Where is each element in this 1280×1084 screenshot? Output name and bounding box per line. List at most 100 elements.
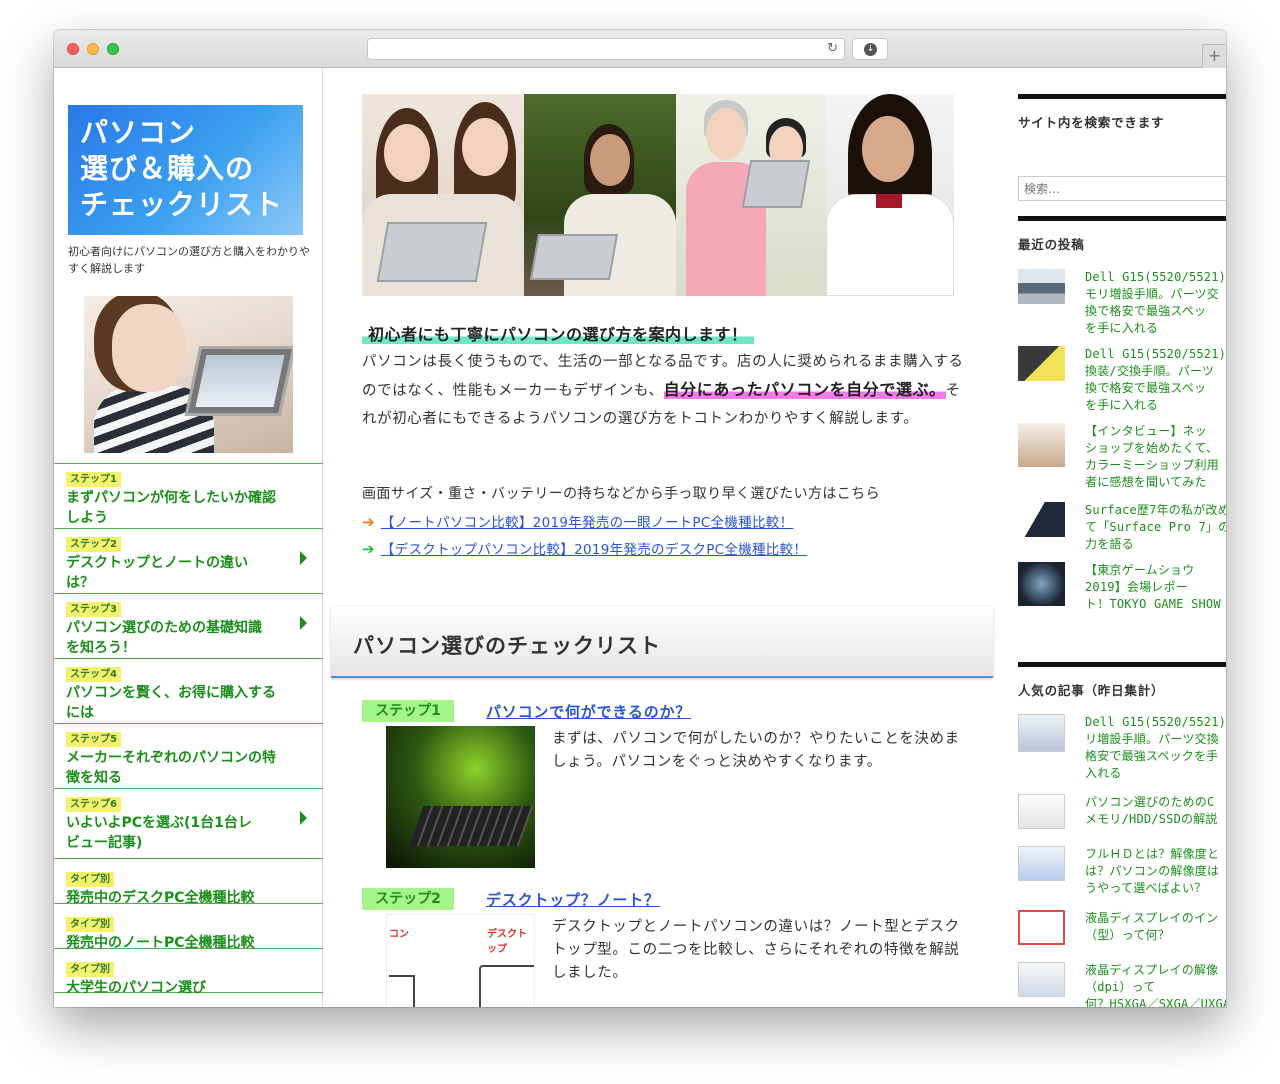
- plus-icon[interactable]: +: [1202, 44, 1226, 68]
- nav-type-tag: タイプ別: [66, 917, 114, 932]
- search-input[interactable]: [1018, 176, 1226, 201]
- step-link[interactable]: デスクトップ？ノート？: [486, 889, 660, 910]
- main-content: 初心者にも丁寧にパソコンの選び方を案内します！ パソコンは長く使うもので、生活の…: [324, 68, 1006, 1007]
- nav-type-tag: タイプ別: [66, 872, 114, 887]
- nav-item-label: メーカーそれぞれのパソコンの特 徴を知る: [66, 750, 276, 786]
- nav-item-step6[interactable]: ステップ6 いよいよPCを選ぶ(1台1台レ ビュー記事): [54, 788, 323, 858]
- post-title[interactable]: Dell G15(5520/5521)の 換装/交換手順。パーツ 換で格安で最強スペ…: [1085, 346, 1226, 414]
- nav-item-step1[interactable]: ステップ1 まずパソコンが何をしたいか確認 しよう: [54, 463, 323, 528]
- hero-image: [362, 94, 954, 296]
- minimize-window-button[interactable]: [87, 43, 99, 55]
- green-arrow-icon: ➔: [362, 540, 375, 558]
- nav-item-label: パソコンを賢く、お得に購入する には: [66, 685, 276, 721]
- close-window-button[interactable]: [67, 43, 79, 55]
- post-thumbnail[interactable]: [1018, 346, 1065, 381]
- step-tag: ステップ2: [362, 888, 454, 910]
- nav-item-step5[interactable]: ステップ5 メーカーそれぞれのパソコンの特 徴を知る: [54, 723, 323, 788]
- web-page: パソコン 選び＆購入の チェックリスト 初心者向けにパソコンの選び方と購入をわか…: [54, 68, 1226, 1007]
- notebook-comparison-link[interactable]: ➔ 【ノートパソコン比較】2019年発売の一眼ノートPC全機種比較！: [362, 511, 793, 531]
- recent-post-item[interactable]: Dell G15(5520/5521)の 換装/交換手順。パーツ 換で格安で最強スペ…: [1018, 346, 1226, 416]
- step-description: デスクトップとノートパソコンの違いは？ノート型とデスクトップ型。この二つを比較し…: [552, 919, 960, 981]
- post-thumbnail[interactable]: [1018, 794, 1065, 829]
- thumbnail-label: デスクトップ: [487, 929, 527, 955]
- hero-panel-women: [362, 94, 524, 296]
- nav-item-label: まずパソコンが何をしたいか確認 しよう: [66, 490, 276, 526]
- nav-item-step4[interactable]: ステップ4 パソコンを賢く、お得に購入する には: [54, 658, 323, 723]
- logo-line: チェックリスト: [80, 188, 284, 221]
- browser-window: ↻ ↓ + パソコン 選び＆購入の チェックリスト 初心者向けにパソコンの選び方…: [54, 30, 1226, 1007]
- nav-step-tag: ステップ6: [66, 797, 121, 812]
- checklist-step-1: ステップ1 パソコンで何ができるのか？ まずは、パソコンで何がしたいのか？やりた…: [362, 700, 982, 880]
- intro-heading-wrap: 初心者にも丁寧にパソコンの選び方を案内します！: [362, 321, 962, 345]
- post-thumbnail[interactable]: [1018, 562, 1065, 606]
- popular-posts-title: 人気の記事（昨日集計）: [1018, 662, 1226, 699]
- intro-highlight: 自分にあったパソコンを自分で選ぶ。: [663, 380, 946, 399]
- step-navigation: ステップ1 まずパソコンが何をしたいか確認 しよう ステップ2 デスクトップとノー…: [54, 463, 323, 996]
- step-tag: ステップ1: [362, 700, 454, 722]
- quick-intro-text: 画面サイズ・重さ・バッテリーの持ちなどから手っ取り早く選びたい方はこちら: [362, 486, 880, 502]
- orange-arrow-icon: ➔: [362, 513, 375, 531]
- left-sidebar: パソコン 選び＆購入の チェックリスト 初心者向けにパソコンの選び方と購入をわか…: [54, 68, 323, 1007]
- post-title[interactable]: フルＨＤとは？解像度と は？パソコンの解像度は うやって選べばよい？: [1085, 846, 1226, 897]
- nav-item-label: パソコン選びのための基礎知識 を知ろう！: [66, 620, 262, 656]
- expand-arrow-icon[interactable]: [300, 616, 307, 630]
- nav-step-tag: ステップ2: [66, 537, 121, 552]
- nav-item-step3[interactable]: ステップ3 パソコン選びのための基礎知識 を知ろう！: [54, 593, 323, 658]
- post-thumbnail[interactable]: [1018, 962, 1065, 997]
- browser-titlebar: ↻ ↓ +: [54, 30, 1226, 68]
- intro-text: パソコンは長く使うもので、生活の一部となる品です。店の人に奨められるまま購入する…: [362, 354, 964, 427]
- nav-item-label: 大学生のパソコン選び: [66, 980, 206, 996]
- nav-item-label: いよいよPCを選ぶ(1台1台レ ビュー記事): [66, 815, 252, 851]
- post-title[interactable]: Surface歴7年の私が改め て「Surface Pro 7」の 力を語る: [1085, 502, 1226, 553]
- nav-item-type-notebook[interactable]: タイプ別 発売中のノートPC全機種比較: [54, 903, 323, 951]
- laptop-icons-thumbnail[interactable]: [386, 726, 535, 868]
- nav-step-tag: ステップ5: [66, 732, 121, 747]
- post-thumbnail[interactable]: [1018, 269, 1065, 304]
- recent-posts-title: 最近の投稿: [1018, 216, 1226, 253]
- popular-post-item[interactable]: Dell G15(5520/5521)の リ増設手順。パーツ交換 格安で最強スペック…: [1018, 714, 1226, 784]
- step-description: まずは、パソコンで何がしたいのか？やりたいことを決めましょう。パソコンをぐっと決…: [552, 731, 960, 770]
- recent-post-item[interactable]: 【インタビュー】ネッ ショップを始めたくて、 カラーミーショップ利用 者に感想を聞いて…: [1018, 423, 1226, 493]
- post-thumbnail[interactable]: [1018, 502, 1065, 537]
- post-title[interactable]: 【インタビュー】ネッ ショップを始めたくて、 カラーミーショップ利用 者に感想を聞いて…: [1085, 423, 1226, 491]
- nav-item-step2[interactable]: ステップ2 デスクトップとノートの違い は？: [54, 528, 323, 593]
- site-tagline: 初心者向けにパソコンの選び方と購入をわかりやすく解説します: [68, 245, 310, 275]
- download-icon: ↓: [864, 43, 877, 56]
- zoom-window-button[interactable]: [107, 43, 119, 55]
- expand-arrow-icon[interactable]: [300, 551, 307, 565]
- desktop-comparison-link[interactable]: ➔ 【デスクトップパソコン比較】2019年発売のデスクPC全機種比較！: [362, 538, 807, 558]
- post-title[interactable]: 【東京ゲームショウ2019】会場レポート！TOKYO GAME SHOW 20: [1085, 562, 1226, 613]
- logo-line: 選び＆購入の: [80, 152, 255, 185]
- woman-with-laptop-photo: [84, 296, 293, 453]
- desktop-vs-notebook-thumbnail[interactable]: コン デスクトップ: [386, 914, 535, 1007]
- post-title[interactable]: パソコン選びのためのC メモリ/HDD/SSDの解説: [1085, 794, 1226, 828]
- recent-post-item[interactable]: 【東京ゲームショウ2019】会場レポート！TOKYO GAME SHOW 20: [1018, 562, 1226, 632]
- site-logo[interactable]: パソコン 選び＆購入の チェックリスト: [68, 105, 303, 235]
- downloads-button[interactable]: ↓: [852, 38, 888, 60]
- post-title[interactable]: 液晶ディスプレイの解像 （dpi）って 何？HSXGA／SXGA／UXGA: [1085, 962, 1226, 1007]
- post-thumbnail[interactable]: [1018, 423, 1065, 467]
- post-title[interactable]: 液晶ディスプレイのイン （型）って何？: [1085, 910, 1226, 944]
- right-sidebar: サイト内を検索できます 最近の投稿 Dell G15(5520/5521)のモリ…: [1018, 68, 1226, 1007]
- logo-line: パソコン: [80, 116, 197, 149]
- post-thumbnail[interactable]: [1018, 846, 1065, 881]
- address-bar[interactable]: ↻: [367, 38, 845, 60]
- post-thumbnail[interactable]: [1018, 910, 1065, 945]
- nav-item-label: デスクトップとノートの違い は？: [66, 555, 248, 591]
- search-widget-title: サイト内を検索できます: [1018, 94, 1226, 131]
- nav-item-type-student[interactable]: タイプ別 大学生のパソコン選び: [54, 948, 323, 996]
- recent-post-item[interactable]: Dell G15(5520/5521)の モリ増設手順。パーツ交 換で格安で最強スペ…: [1018, 269, 1226, 339]
- nav-item-type-desktop[interactable]: タイプ別 発売中のデスクPC全機種比較: [54, 858, 323, 906]
- popular-post-item[interactable]: 液晶ディスプレイの解像 （dpi）って 何？HSXGA／SXGA／UXGA: [1018, 962, 1226, 1007]
- reload-icon[interactable]: ↻: [827, 41, 838, 56]
- post-title[interactable]: Dell G15(5520/5521)の モリ増設手順。パーツ交 換で格安で最強スペ…: [1085, 269, 1226, 337]
- popular-post-item[interactable]: フルＨＤとは？解像度と は？パソコンの解像度は うやって選べばよい？: [1018, 846, 1226, 916]
- section-title: パソコン選びのチェックリスト: [353, 634, 661, 658]
- checklist-step-2: ステップ2 デスクトップ？ノート？ コン デスクトップ デスクトップとノートパソ…: [362, 888, 982, 1007]
- hero-panel-seniors: [676, 94, 826, 296]
- post-thumbnail[interactable]: [1018, 714, 1065, 752]
- post-title[interactable]: Dell G15(5520/5521)の リ増設手順。パーツ交換 格安で最強スペック…: [1085, 714, 1226, 782]
- hero-panel-couple: [524, 94, 676, 296]
- step-link[interactable]: パソコンで何ができるのか？: [486, 701, 691, 722]
- expand-arrow-icon[interactable]: [300, 811, 307, 825]
